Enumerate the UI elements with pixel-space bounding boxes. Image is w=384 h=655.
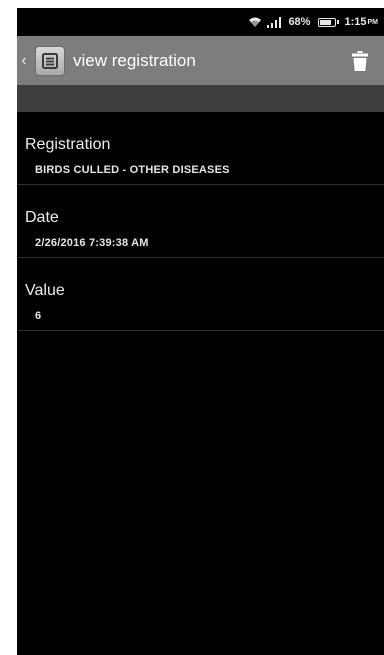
battery-icon	[315, 17, 340, 27]
field-label: Date	[25, 209, 59, 226]
status-bar: 68% 1:15 PM	[17, 8, 384, 36]
phone-screen: 68% 1:15 PM ‹ view registration Registra…	[17, 8, 384, 655]
signal-icon	[267, 16, 283, 28]
field-value: 2/26/2016 7:39:38 AM	[35, 237, 149, 249]
registration-details: Registration BIRDS CULLED - OTHER DISEAS…	[17, 112, 384, 331]
field-value-row: Value 6	[17, 258, 384, 331]
chevron-left-icon[interactable]: ‹	[17, 52, 31, 70]
field-value: BIRDS CULLED - OTHER DISEASES	[35, 164, 230, 176]
page-title: view registration	[73, 50, 196, 70]
field-registration: Registration BIRDS CULLED - OTHER DISEAS…	[17, 112, 384, 185]
delete-button[interactable]	[340, 41, 380, 81]
trash-icon	[352, 50, 368, 71]
field-value: 6	[35, 310, 42, 322]
wifi-icon	[248, 16, 262, 28]
battery-percent: 68%	[288, 16, 311, 28]
document-icon[interactable]	[35, 45, 65, 76]
action-bar: ‹ view registration	[17, 36, 384, 85]
clock: 1:15 PM	[344, 16, 378, 28]
clock-suffix: PM	[367, 18, 379, 26]
field-date: Date 2/26/2016 7:39:38 AM	[17, 185, 384, 258]
sub-header-bar	[17, 85, 384, 112]
clock-time: 1:15	[344, 16, 367, 28]
field-label: Registration	[25, 136, 111, 153]
field-label: Value	[25, 282, 65, 299]
